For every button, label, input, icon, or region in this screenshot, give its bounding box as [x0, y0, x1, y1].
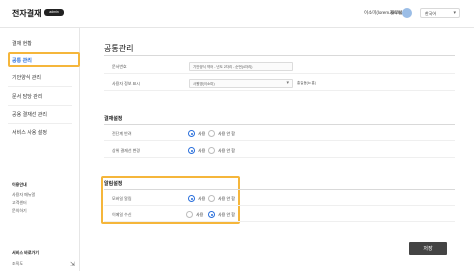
radio-label: 사용 안 함 — [218, 212, 235, 217]
divider — [8, 123, 72, 124]
help-section-title: 이용안내 — [12, 182, 27, 187]
highlight-frame — [8, 52, 80, 67]
approval-settings-title: 결재설정 — [104, 116, 123, 122]
avatar[interactable] — [402, 8, 412, 18]
sidebar-item-label: 공용 결재선 관리 — [12, 112, 47, 118]
chevron-down-icon: ▾ — [453, 10, 456, 16]
shortcut-section-title: 서비스 바로가기 — [12, 250, 39, 255]
language-value: 한국어 — [425, 11, 437, 16]
radio-label: 사용 — [198, 131, 206, 136]
sidebar-item-label: 결재 현황 — [12, 41, 32, 47]
inquiry-link[interactable]: 문의하기 — [12, 208, 27, 214]
mobile-alarm-label: 모바일 알림 — [112, 196, 132, 201]
change-approval-line-row: 상위 결재선 변경 사용 사용 안 함 — [104, 143, 455, 158]
radio-label: 사용 — [196, 212, 204, 217]
save-button[interactable]: 저장 — [409, 242, 447, 255]
divider — [104, 189, 455, 190]
user-department: 재무팀 — [390, 10, 403, 15]
sidebar-item-label: 서비스 사용 설정 — [12, 130, 47, 136]
app-logo[interactable]: 전자결재 — [12, 8, 41, 19]
user-info-label: 사용자 정보 표시 — [112, 81, 140, 86]
mobile-alarm-off-radio[interactable] — [208, 195, 215, 202]
radio-label: 사용 — [198, 148, 206, 153]
reject-previous-row: 전단계 반려 사용 사용 안 함 — [104, 126, 455, 141]
reject-previous-on-radio[interactable] — [188, 130, 195, 137]
reject-previous-off-radio[interactable] — [208, 130, 215, 137]
sidebar-item-approval-status[interactable]: 결재 현황 — [0, 36, 80, 50]
document-number-label: 문서번호 — [112, 64, 127, 69]
email-alarm-row: 이메일 수신 사용 사용 안 함 — [104, 207, 455, 222]
reject-previous-label: 전단계 반려 — [112, 131, 132, 136]
user-info-row: 사용자 정보 표시 사원명(이소미) ▾ 홍길동(lo 홍) — [104, 76, 455, 91]
sidebar-item-document-manager[interactable]: 문서 담당 관리 — [0, 89, 80, 103]
chevron-down-icon: ▾ — [286, 80, 289, 86]
email-alarm-off-radio[interactable] — [208, 211, 215, 218]
divider — [104, 124, 455, 125]
document-number-row: 문서번호 기안양식 약어 - 년도 2자리 - 순번(4자리) — [104, 59, 455, 74]
user-manual-link[interactable]: 사용자 매뉴얼 — [12, 192, 35, 198]
external-link-icon[interactable]: ⇲ — [70, 261, 75, 268]
change-approval-line-off-radio[interactable] — [208, 147, 215, 154]
change-approval-line-on-radio[interactable] — [188, 147, 195, 154]
page-title: 공통관리 — [104, 44, 134, 53]
radio-label: 사용 안 함 — [218, 148, 235, 153]
user-info-preview: 홍길동(lo 홍) — [297, 81, 316, 85]
alarm-settings-title: 알림설정 — [104, 181, 123, 187]
sidebar-item-shared-approval-line[interactable]: 공용 결재선 관리 — [0, 107, 80, 121]
user-info-select[interactable]: 사원명(이소미) ▾ — [189, 79, 293, 88]
language-select[interactable]: 한국어 ▾ — [420, 8, 460, 18]
email-alarm-label: 이메일 수신 — [112, 212, 132, 217]
sidebar-item-label: 문서 담당 관리 — [12, 94, 43, 100]
mobile-alarm-on-radio[interactable] — [188, 195, 195, 202]
change-approval-line-label: 상위 결재선 변경 — [112, 148, 140, 153]
document-number-field[interactable]: 기안양식 약어 - 년도 2자리 - 순번(4자리) — [189, 62, 293, 71]
user-info-value: 사원명(이소미) — [193, 82, 215, 86]
divider — [8, 86, 72, 87]
admin-badge: admin — [44, 9, 64, 16]
top-header: 전자결재 admin 이소미(lorem.ipsum) 재무팀 한국어 ▾ — [0, 0, 474, 28]
radio-label: 사용 안 함 — [218, 131, 235, 136]
sidebar-item-label: 기안양식 관리 — [12, 75, 41, 81]
radio-label: 사용 — [198, 196, 206, 201]
customer-center-link[interactable]: 고객센터 — [12, 200, 27, 206]
divider — [8, 105, 72, 106]
mobile-alarm-row: 모바일 알림 사용 사용 안 함 — [104, 191, 455, 206]
email-alarm-on-radio[interactable] — [186, 211, 193, 218]
sidebar-item-service-settings[interactable]: 서비스 사용 설정 — [0, 125, 80, 139]
radio-label: 사용 안 함 — [218, 196, 235, 201]
org-chart-link[interactable]: 조직도 — [12, 261, 23, 267]
sidebar-item-draft-form[interactable]: 기안양식 관리 — [0, 70, 80, 84]
divider — [104, 55, 455, 56]
document-number-value: 기안양식 약어 - 년도 2자리 - 순번(4자리) — [193, 65, 253, 69]
